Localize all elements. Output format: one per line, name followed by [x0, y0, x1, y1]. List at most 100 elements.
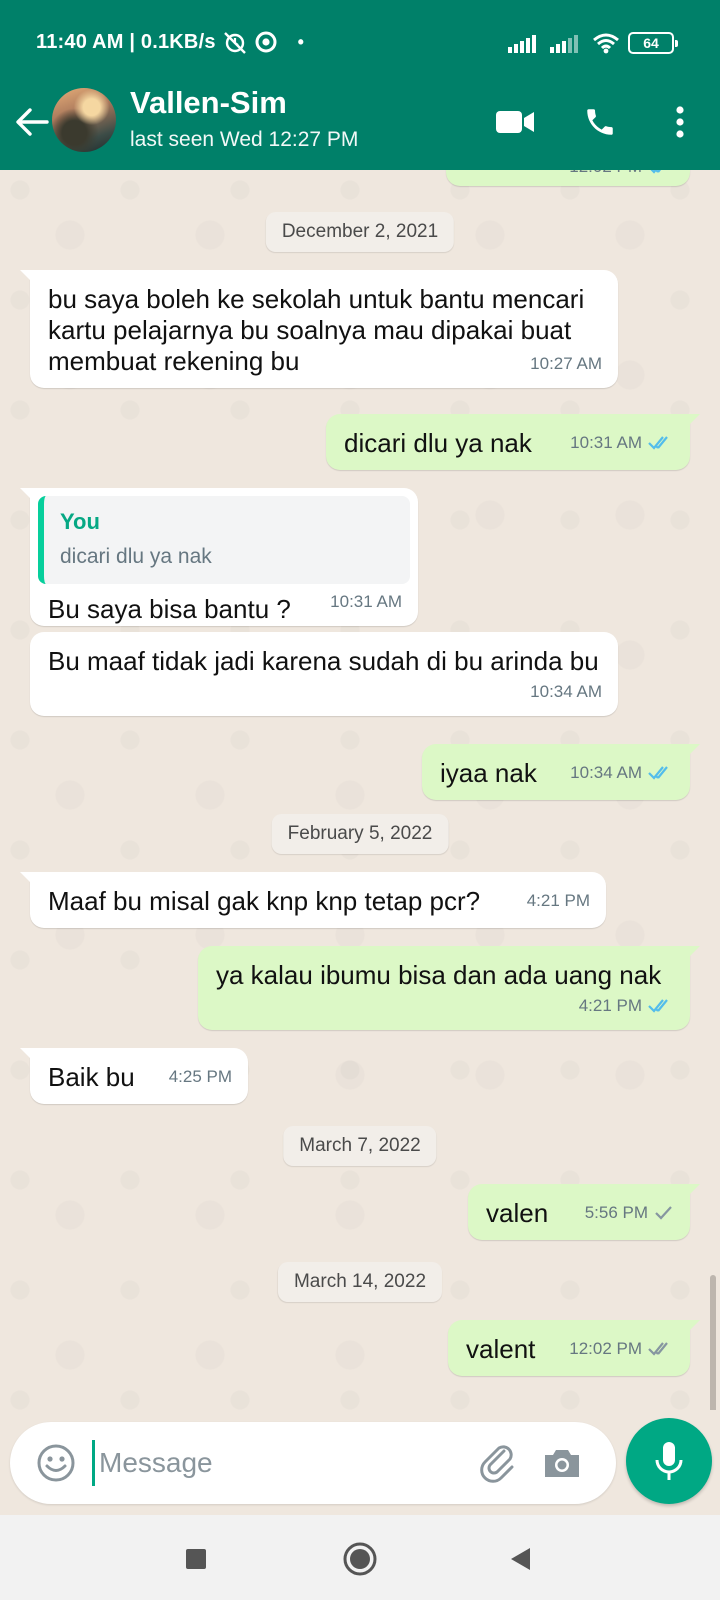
- signal-icon: [508, 35, 536, 53]
- recent-apps-icon: [186, 1549, 206, 1569]
- home-icon: [343, 1542, 377, 1576]
- message-bubble-outgoing[interactable]: valent 12:02 PM: [448, 1320, 700, 1376]
- video-call-button[interactable]: [493, 100, 537, 144]
- attach-button[interactable]: [476, 1441, 520, 1485]
- voice-record-button[interactable]: [626, 1418, 712, 1504]
- contact-name: Vallen-Sim: [130, 85, 287, 120]
- message-time: 10:34 AM: [530, 682, 602, 701]
- message-time: 12:02 PM: [569, 170, 642, 182]
- mic-icon: [655, 1442, 683, 1480]
- message-time: 10:34 AM: [570, 763, 642, 782]
- message-text: dicari dlu ya nak: [344, 428, 532, 458]
- message-time: 4:25 PM: [168, 1067, 232, 1086]
- message-bubble-incoming[interactable]: Baik bu 4:25 PM: [20, 1048, 248, 1104]
- battery-level: 64: [643, 35, 659, 51]
- quote-author: You: [60, 509, 100, 534]
- message-meta: 5:56 PM: [585, 1197, 674, 1228]
- chat-header: Vallen-Sim last seen Wed 12:27 PM: [0, 85, 720, 170]
- status-bar: 11:40 AM | 0.1KB/s • 64: [0, 0, 720, 88]
- message-meta: 4:25 PM: [169, 1061, 232, 1092]
- back-nav-icon: [511, 1548, 530, 1570]
- message-text: Maaf bu misal gak knp knp tetap pcr?: [48, 886, 481, 916]
- location-icon: [255, 31, 277, 53]
- message-meta: 10:34 AM: [530, 676, 602, 707]
- emoji-button[interactable]: [34, 1441, 78, 1485]
- last-seen: last seen Wed 12:27 PM: [130, 128, 359, 151]
- signal-2-icon: [550, 35, 578, 53]
- date-chip: March 14, 2022: [277, 1262, 443, 1302]
- recent-apps-button[interactable]: [176, 1539, 216, 1579]
- voice-call-icon: [587, 109, 613, 135]
- message-bubble-outgoing[interactable]: dicari dlu ya nak 10:31 AM: [326, 414, 700, 470]
- message-bubble-reply[interactable]: You dicari dlu ya nak Bu saya bisa bantu…: [20, 488, 418, 626]
- more-options-button[interactable]: [658, 100, 702, 144]
- single-tick-sent-icon: [655, 1205, 672, 1220]
- date-chip: March 7, 2022: [283, 1126, 437, 1166]
- double-tick-delivered-icon: [648, 1341, 668, 1356]
- double-tick-read-icon: [648, 435, 668, 450]
- message-text: valent: [466, 1334, 536, 1364]
- message-time: 10:31 AM: [330, 592, 402, 611]
- quoted-message[interactable]: You dicari dlu ya nak: [38, 496, 410, 584]
- home-button[interactable]: [340, 1539, 380, 1579]
- status-right: 64: [508, 32, 678, 54]
- message-text: valen: [486, 1198, 549, 1228]
- message-bubble-incoming[interactable]: Maaf bu misal gak knp knp tetap pcr? 4:2…: [20, 872, 606, 928]
- message-text: Bu maaf tidak jadi karena sudah di bu ar…: [48, 646, 599, 676]
- message-time: 10:31 AM: [570, 433, 642, 452]
- back-button[interactable]: [12, 102, 52, 142]
- message-text: Baik bu: [48, 1062, 135, 1092]
- message-meta: 12:02 PM: [569, 170, 674, 182]
- status-left: 11:40 AM | 0.1KB/s •: [36, 30, 304, 54]
- battery-icon: 64: [628, 32, 678, 54]
- back-nav-button[interactable]: [500, 1539, 540, 1579]
- message-meta: 10:27 AM: [530, 348, 602, 379]
- attach-icon: [480, 1445, 514, 1483]
- message-time: 4:21 PM: [578, 996, 642, 1015]
- double-tick-read-icon: [650, 170, 661, 174]
- date-chip: February 5, 2022: [271, 814, 449, 854]
- message-meta: 12:02 PM: [569, 1333, 674, 1364]
- message-bubble-incoming[interactable]: Bu maaf tidak jadi karena sudah di bu ar…: [30, 632, 618, 716]
- message-meta: 10:31 AM: [570, 427, 674, 458]
- avatar[interactable]: [52, 88, 116, 152]
- message-text: ya kalau ibumu bisa dan ada uang nak: [216, 960, 662, 990]
- chat-area[interactable]: 12:02 PM December 2, 2021 bu saya boleh …: [0, 170, 720, 1410]
- notification-dot-icon: •: [297, 31, 305, 52]
- message-bubble-outgoing[interactable]: valen 5:56 PM: [468, 1184, 700, 1240]
- status-time: 11:40 AM | 0.1KB/s: [36, 30, 216, 53]
- emoji-icon: [37, 1444, 75, 1482]
- message-text: iyaa nak: [440, 758, 537, 788]
- camera-icon: [545, 1450, 579, 1477]
- contact-info[interactable]: Vallen-Sim last seen Wed 12:27 PM: [130, 85, 359, 152]
- message-input[interactable]: [92, 1440, 472, 1486]
- message-meta: 10:34 AM: [570, 757, 674, 788]
- voice-call-button[interactable]: [578, 100, 622, 144]
- back-arrow-icon: [16, 108, 49, 136]
- message-meta: 4:21 PM: [579, 990, 674, 1021]
- message-text: bu saya boleh ke sekolah untuk bantu men…: [48, 284, 585, 376]
- double-tick-read-icon: [648, 765, 668, 780]
- message-bubble-outgoing[interactable]: iyaa nak 10:34 AM: [422, 744, 700, 800]
- system-nav-bar: [0, 1515, 720, 1600]
- alarm-off-icon: [223, 32, 246, 54]
- camera-button[interactable]: [540, 1441, 584, 1485]
- message-text: Bu saya bisa bantu ?: [48, 594, 291, 624]
- message-time: 12:02 PM: [569, 1339, 642, 1358]
- message-bubble-incoming[interactable]: bu saya boleh ke sekolah untuk bantu men…: [20, 270, 618, 388]
- video-call-icon: [496, 111, 534, 133]
- message-meta: 4:21 PM: [527, 885, 590, 916]
- wifi-icon: [593, 33, 619, 54]
- message-composer: [10, 1422, 616, 1504]
- message-bubble-partial[interactable]: 12:02 PM: [446, 170, 690, 186]
- message-time: 10:27 AM: [530, 354, 602, 373]
- message-time: 5:56 PM: [584, 1203, 648, 1222]
- quote-text: dicari dlu ya nak: [60, 545, 212, 568]
- date-chip: December 2, 2021: [265, 212, 455, 252]
- chat-scrollbar[interactable]: [710, 1275, 716, 1410]
- double-tick-read-icon: [648, 998, 668, 1013]
- message-meta: 10:31 AM: [330, 586, 402, 617]
- message-time: 4:21 PM: [526, 891, 590, 910]
- message-bubble-outgoing[interactable]: ya kalau ibumu bisa dan ada uang nak 4:2…: [198, 946, 700, 1030]
- more-vert-icon: [676, 106, 684, 138]
